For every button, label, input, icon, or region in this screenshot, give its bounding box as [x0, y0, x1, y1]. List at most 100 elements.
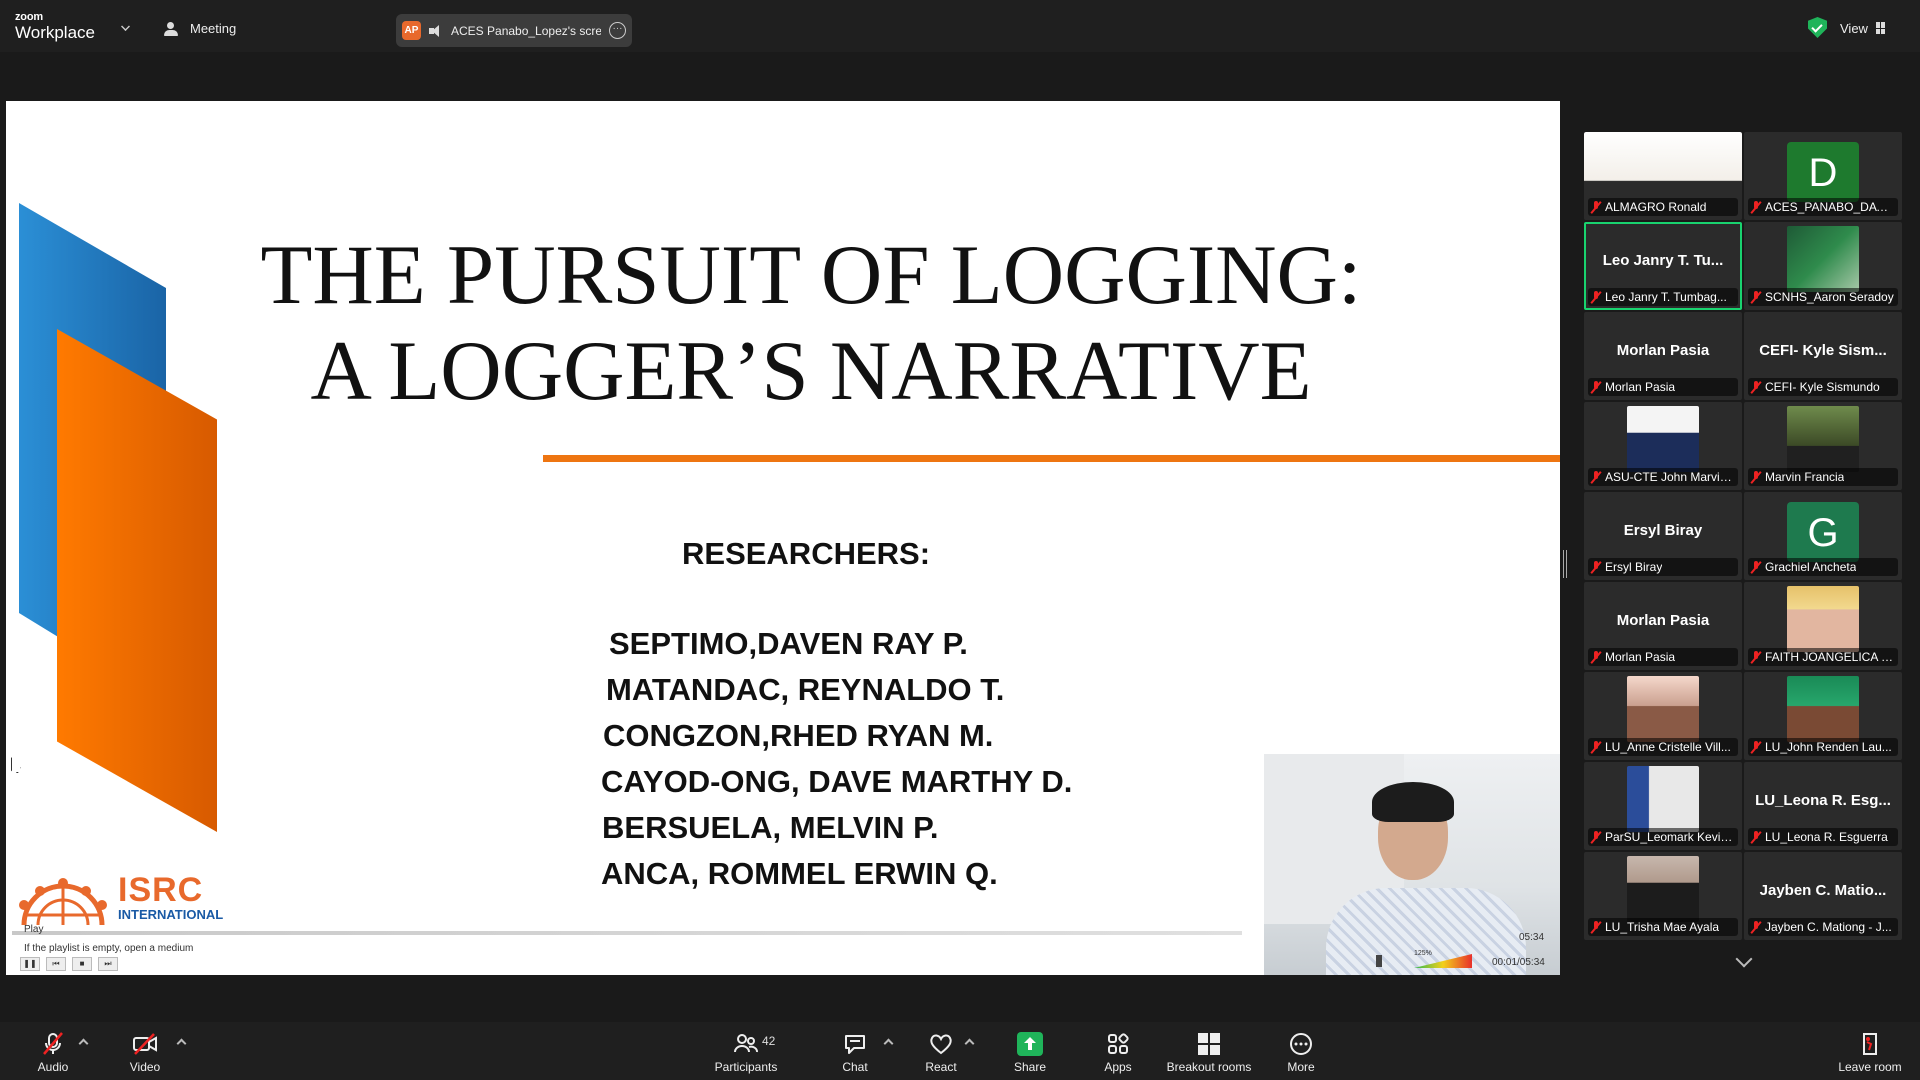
participant-tile[interactable]: D ACES_PANABO_DAVE... — [1744, 132, 1902, 220]
participant-tile[interactable]: ParSU_Leomark Kevin... — [1584, 762, 1742, 850]
mic-muted-icon — [1591, 560, 1601, 574]
play-label: Play — [24, 924, 44, 935]
next-button[interactable]: ⏭ — [98, 957, 118, 971]
mic-muted-icon — [1751, 920, 1761, 934]
video-button[interactable]: Video — [120, 1028, 170, 1078]
meeting-label: Meeting — [190, 21, 237, 36]
participant-display-name: Morlan Pasia — [1616, 612, 1710, 629]
participant-name: FAITH JOANGELICA E... — [1765, 650, 1895, 664]
participant-name-label: Marvin Francia — [1748, 468, 1898, 486]
react-button[interactable]: React — [916, 1028, 966, 1078]
leave-room-button[interactable]: Leave room — [1834, 1028, 1906, 1078]
view-button[interactable]: View — [1840, 17, 1886, 39]
researcher-name: ANCA, ROMMEL ERWIN Q. — [601, 856, 998, 891]
mic-muted-icon — [1591, 290, 1601, 304]
participant-tile[interactable]: ALMAGRO Ronald — [1584, 132, 1742, 220]
video-options-caret-icon[interactable] — [176, 1038, 187, 1049]
participant-tile[interactable]: Marvin Francia — [1744, 402, 1902, 490]
researchers-list: SEPTIMO,DAVEN RAY P. MATANDAC, REYNALDO … — [601, 621, 1072, 897]
researchers-heading: RESEARCHERS: — [682, 536, 931, 571]
participant-name: ParSU_Leomark Kevin... — [1605, 830, 1735, 844]
participant-display-name: LU_Leona R. Esg... — [1755, 792, 1891, 809]
participant-name-label: Ersyl Biray — [1588, 558, 1738, 576]
participant-tile[interactable]: ASU-CTE John Marvin... — [1584, 402, 1742, 490]
participant-name-label: SCNHS_Aaron Seradoy — [1748, 288, 1898, 306]
top-bar: zoom Workplace Meeting AP ACES Panabo_Lo… — [0, 0, 1920, 52]
mic-muted-icon — [1751, 380, 1761, 394]
participant-name: Ersyl Biray — [1605, 560, 1663, 574]
participant-name-label: Leo Janry T. Tumbag... — [1588, 288, 1738, 306]
participant-video — [1627, 856, 1699, 922]
researcher-name: CONGZON,RHED RYAN M. — [603, 718, 994, 753]
researcher-name: MATANDAC, REYNALDO T. — [606, 672, 1005, 707]
participant-tile[interactable]: LU_Anne Cristelle Vill... — [1584, 672, 1742, 760]
mic-muted-icon — [1751, 740, 1761, 754]
view-label: View — [1840, 20, 1868, 36]
mic-muted-icon — [1591, 740, 1601, 754]
breakout-label: Breakout rooms — [1166, 1060, 1252, 1074]
mic-muted-icon — [1591, 380, 1601, 394]
participant-name: ALMAGRO Ronald — [1605, 200, 1707, 214]
logo-sub: INTERNATIONAL — [118, 907, 224, 922]
video-off-icon — [133, 1033, 157, 1055]
chevron-down-icon[interactable] — [121, 22, 130, 31]
react-label: React — [925, 1060, 957, 1074]
mic-muted-icon — [1591, 200, 1601, 214]
previous-button[interactable]: ⏮ — [46, 957, 66, 971]
participant-name-label: LU_Trisha Mae Ayala — [1588, 918, 1738, 936]
participant-tile[interactable]: Morlan Pasia Morlan Pasia — [1584, 582, 1742, 670]
researcher-name: SEPTIMO,DAVEN RAY P. — [609, 626, 968, 661]
brand-top: zoom — [15, 11, 43, 23]
more-options-icon[interactable]: ··· — [609, 22, 626, 39]
leave-label: Leave room — [1838, 1060, 1902, 1074]
meeting-info-button[interactable]: Meeting — [164, 21, 236, 36]
participant-name-label: Morlan Pasia — [1588, 378, 1738, 396]
panel-resize-handle[interactable] — [1563, 550, 1567, 578]
player-controls: ❚❚ ⏮ ■ ⏭ — [20, 957, 118, 971]
chevron-down-icon[interactable] — [1735, 950, 1753, 968]
participant-tile[interactable]: Leo Janry T. Tu... Leo Janry T. Tumbag... — [1584, 222, 1742, 310]
leave-icon — [1863, 1033, 1877, 1055]
stop-button[interactable]: ■ — [72, 957, 92, 971]
participant-tile[interactable]: LU_John Renden Lau... — [1744, 672, 1902, 760]
mouse-cursor-icon — [11, 757, 21, 773]
apps-button[interactable]: Apps — [1093, 1028, 1143, 1078]
breakout-rooms-button[interactable]: Breakout rooms — [1166, 1028, 1252, 1078]
participant-tile[interactable]: FAITH JOANGELICA E... — [1744, 582, 1902, 670]
slide-title-line1: THE PURSUIT OF LOGGING: — [260, 228, 1362, 322]
participant-name: LU_Trisha Mae Ayala — [1605, 920, 1720, 934]
react-options-caret-icon[interactable] — [964, 1038, 975, 1049]
audio-options-caret-icon[interactable] — [78, 1038, 89, 1049]
participant-display-name: CEFI- Kyle Sism... — [1759, 342, 1887, 359]
mic-muted-icon — [1591, 920, 1601, 934]
participant-tile[interactable]: LU_Trisha Mae Ayala — [1584, 852, 1742, 940]
participant-tile[interactable]: Ersyl Biray Ersyl Biray — [1584, 492, 1742, 580]
participant-tile[interactable]: CEFI- Kyle Sism... CEFI- Kyle Sismundo — [1744, 312, 1902, 400]
participant-name-label: LU_Leona R. Esguerra — [1748, 828, 1898, 846]
globe-logo-icon — [19, 878, 107, 926]
more-button[interactable]: More — [1276, 1028, 1326, 1078]
participant-name: LU_Leona R. Esguerra — [1765, 830, 1888, 844]
media-duration: 05:34 — [1519, 932, 1545, 943]
slide-title: THE PURSUIT OF LOGGING: A LOGGER’S NARRA… — [181, 227, 1441, 419]
participant-tile[interactable]: Jayben C. Matio... Jayben C. Mationg - J.… — [1744, 852, 1902, 940]
pause-button[interactable]: ❚❚ — [20, 957, 40, 971]
participant-tile[interactable]: G Grachiel Ancheta — [1744, 492, 1902, 580]
chat-options-caret-icon[interactable] — [883, 1038, 894, 1049]
audio-button[interactable]: Audio — [30, 1028, 76, 1078]
zoom-workplace-logo[interactable]: zoom Workplace — [15, 12, 95, 43]
participant-name: ASU-CTE John Marvin... — [1605, 470, 1735, 484]
seek-bar[interactable] — [12, 931, 1242, 935]
mic-muted-icon — [1751, 200, 1761, 214]
security-shield-icon[interactable] — [1808, 17, 1827, 38]
chat-icon — [845, 1035, 865, 1054]
participant-name-label: CEFI- Kyle Sismundo — [1748, 378, 1898, 396]
mic-icon — [1376, 955, 1382, 967]
participant-tile[interactable]: SCNHS_Aaron Seradoy — [1744, 222, 1902, 310]
share-button[interactable]: Share — [1005, 1028, 1055, 1078]
chat-button[interactable]: Chat — [830, 1028, 880, 1078]
mic-muted-icon — [1751, 830, 1761, 844]
screen-share-indicator[interactable]: AP ACES Panabo_Lopez's screen ··· — [396, 14, 632, 47]
participant-tile[interactable]: Morlan Pasia Morlan Pasia — [1584, 312, 1742, 400]
participant-tile[interactable]: LU_Leona R. Esg... LU_Leona R. Esguerra — [1744, 762, 1902, 850]
